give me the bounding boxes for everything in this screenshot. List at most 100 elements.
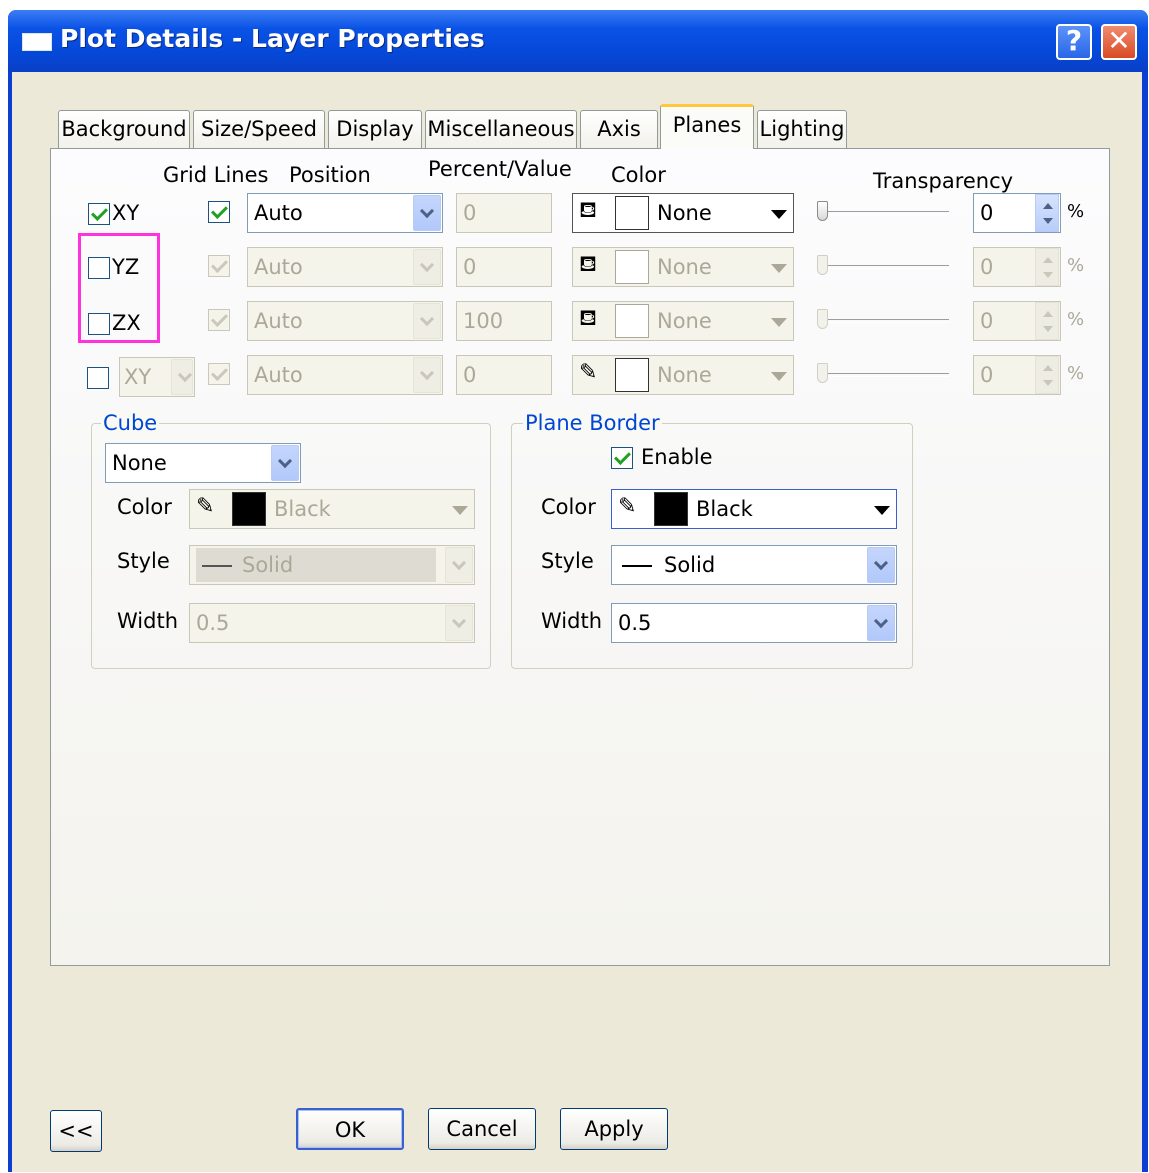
plane-zx-percent-unit: %: [1067, 309, 1085, 330]
pencil-icon: ✎: [618, 494, 637, 519]
chevron-down-icon: [867, 547, 895, 583]
dropdown-arrow-icon: [445, 491, 473, 527]
title-bar[interactable]: Plot Details - Layer Properties ? ✕: [8, 10, 1148, 72]
chevron-down-icon: [445, 605, 473, 641]
plane-zx-color-select[interactable]: ⛾ None: [572, 301, 794, 341]
close-button[interactable]: ✕: [1101, 24, 1137, 60]
cube-mode-select[interactable]: None: [105, 443, 301, 483]
chevron-down-icon: [171, 359, 193, 395]
plane-xy-percent-unit: %: [1067, 201, 1085, 222]
plane-xy-transparency-slider[interactable]: [817, 201, 828, 221]
plane-zx-transparency-spinner[interactable]: [1035, 302, 1059, 340]
plane-yz-percent-unit: %: [1067, 255, 1085, 276]
cancel-button[interactable]: Cancel: [428, 1108, 536, 1150]
solid-line-icon: [202, 565, 232, 567]
dropdown-arrow-icon: [764, 195, 792, 231]
plane-extra-position-select[interactable]: Auto: [247, 355, 443, 395]
yz-zx-highlight-box: [78, 233, 160, 343]
dialog-client-area: Background Size/Speed Display Miscellane…: [12, 72, 1142, 1172]
plane-zx-transparency-slider[interactable]: [817, 309, 828, 329]
fill-bucket-icon: ⛾: [579, 306, 597, 331]
plane-xy-checkbox[interactable]: [88, 203, 110, 225]
plane-border-style-label: Style: [541, 549, 594, 573]
spin-up-icon: [1043, 257, 1053, 263]
plane-yz-transparency-slider[interactable]: [817, 255, 828, 275]
spin-up-icon: [1043, 365, 1053, 371]
header-color: Color: [611, 163, 666, 187]
color-swatch: [615, 196, 649, 230]
plane-extra-checkbox[interactable]: [87, 367, 109, 389]
cube-width-select[interactable]: 0.5: [189, 603, 475, 643]
window-icon: [22, 33, 52, 51]
dropdown-arrow-icon: [867, 491, 895, 527]
plane-extra-percent-input[interactable]: 0: [456, 355, 552, 395]
plane-xy-percent-input[interactable]: 0: [456, 193, 552, 233]
plane-extra-transparency-spinner[interactable]: [1035, 356, 1059, 394]
color-swatch: [615, 358, 649, 392]
dropdown-arrow-icon: [764, 303, 792, 339]
tab-size-speed[interactable]: Size/Speed: [193, 110, 325, 148]
header-transparency: Transparency: [873, 169, 1014, 193]
chevron-down-icon: [413, 357, 441, 393]
header-grid-lines: Grid Lines: [163, 163, 269, 187]
chevron-down-icon: [271, 445, 299, 481]
plane-xy-gridlines-checkbox[interactable]: [208, 201, 230, 223]
plane-border-enable-checkbox[interactable]: [611, 447, 633, 469]
header-position: Position: [289, 163, 371, 187]
fill-bucket-icon: ⛾: [579, 252, 597, 277]
tab-lighting[interactable]: Lighting: [757, 110, 847, 148]
apply-button[interactable]: Apply: [560, 1108, 668, 1150]
cube-width-label: Width: [117, 609, 179, 633]
dropdown-arrow-icon: [764, 357, 792, 393]
ok-button[interactable]: OK: [296, 1108, 404, 1150]
color-swatch: [654, 492, 688, 526]
fill-bucket-icon: ⛾: [579, 198, 597, 223]
plane-extra-percent-unit: %: [1067, 363, 1085, 384]
plane-border-width-select[interactable]: 0.5: [611, 603, 897, 643]
plane-xy-transparency-spinner[interactable]: [1035, 194, 1059, 232]
plane-yz-percent-input[interactable]: 0: [456, 247, 552, 287]
plane-zx-percent-input[interactable]: 100: [456, 301, 552, 341]
plane-extra-gridlines-checkbox[interactable]: [208, 363, 230, 385]
plane-border-group-title: Plane Border: [523, 411, 662, 435]
plane-border-style-select[interactable]: Solid: [611, 545, 897, 585]
color-swatch: [615, 304, 649, 338]
plane-yz-color-select[interactable]: ⛾ None: [572, 247, 794, 287]
plane-extra-color-select[interactable]: ✎ None: [572, 355, 794, 395]
plane-xy-position-select[interactable]: Auto: [247, 193, 443, 233]
plane-border-color-select[interactable]: ✎ Black: [611, 489, 897, 529]
header-percent-value: Percent/Value: [428, 157, 572, 181]
plane-zx-position-select[interactable]: Auto: [247, 301, 443, 341]
plane-border-enable-label: Enable: [641, 445, 713, 469]
tab-miscellaneous[interactable]: Miscellaneous: [425, 110, 577, 148]
plane-yz-gridlines-checkbox[interactable]: [208, 255, 230, 277]
cube-style-select[interactable]: Solid: [189, 545, 475, 585]
dialog-window: Plot Details - Layer Properties ? ✕ Back…: [8, 10, 1148, 1172]
plane-xy-color-select[interactable]: ⛾ None: [572, 193, 794, 233]
plane-yz-position-select[interactable]: Auto: [247, 247, 443, 287]
spin-down-icon: [1043, 218, 1053, 224]
plane-yz-transparency-spinner[interactable]: [1035, 248, 1059, 286]
pencil-icon: ✎: [196, 494, 215, 519]
tab-background[interactable]: Background: [58, 110, 190, 148]
spin-down-icon: [1043, 272, 1053, 278]
plane-border-color-label: Color: [541, 495, 596, 519]
cube-style-label: Style: [117, 549, 170, 573]
plane-xy-label: XY: [112, 201, 140, 225]
chevron-down-icon: [445, 547, 473, 583]
plane-extra-plane-select[interactable]: XY: [119, 357, 195, 397]
plane-zx-gridlines-checkbox[interactable]: [208, 309, 230, 331]
plane-zx-transparency-track: [819, 319, 949, 323]
cube-color-label: Color: [117, 495, 172, 519]
color-swatch: [232, 492, 266, 526]
plane-yz-transparency-track: [819, 265, 949, 269]
tab-planes[interactable]: Planes: [660, 104, 754, 149]
plane-border-width-label: Width: [541, 609, 603, 633]
collapse-button[interactable]: <<: [50, 1110, 102, 1152]
chevron-down-icon: [867, 605, 895, 641]
tab-axis[interactable]: Axis: [580, 110, 658, 148]
cube-color-select[interactable]: ✎ Black: [189, 489, 475, 529]
plane-extra-transparency-slider[interactable]: [817, 363, 828, 383]
tab-display[interactable]: Display: [328, 110, 422, 148]
help-button[interactable]: ?: [1056, 24, 1092, 60]
